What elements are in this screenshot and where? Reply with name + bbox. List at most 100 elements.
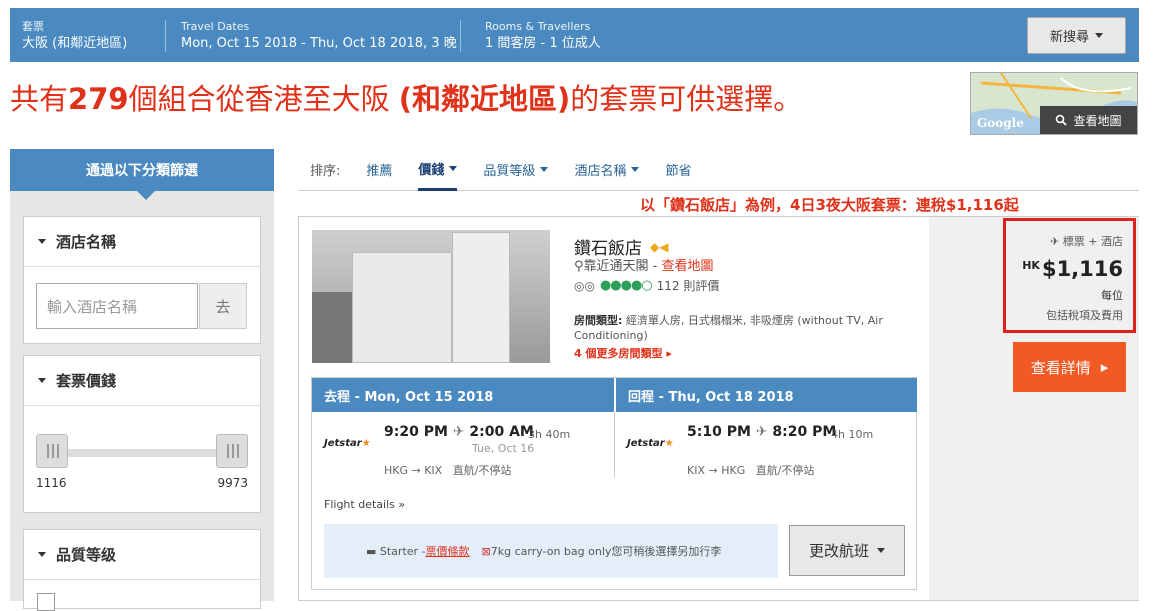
hotel-location: ⚲靠近通天閣 - 查看地圖 [574,255,714,274]
price-filter-toggle[interactable]: 套票價錢 [24,356,260,406]
package-type: ✈ 標票 + 酒店 [1050,233,1123,249]
outbound-header-text: 去程 - Mon, Oct 15 2018 [324,389,494,405]
flight-details-toggle[interactable]: Flight details » [324,498,405,511]
sort-hotel-name[interactable]: 酒店名稱 [574,149,640,191]
change-flight-label: 更改航班 [808,542,869,560]
quality-checkbox[interactable] [37,593,55,611]
view-details-button[interactable]: 查看詳情 ▸ [1013,342,1126,392]
price-slider-track[interactable] [52,449,236,457]
outbound-duration: 3h 40m [528,428,571,441]
package-price: HK$1,116 [1022,257,1123,281]
price-slider-max-handle[interactable] [216,434,248,468]
jetstar-logo: Jetstar★ [324,438,371,449]
arrive-time: 8:20 PM [772,424,837,440]
depart-time: 9:20 PM [384,424,448,440]
outbound-leg: Jetstar★ 9:20 PM ✈ 2:00 AM 3h 40m Tue, O… [312,412,614,478]
baggage-text: 7kg carry-on bag only您可稍後選擇另加行李 [490,545,722,558]
view-map-button[interactable]: 查看地圖 [1040,106,1137,134]
sort-label: 排序: [310,164,341,179]
outbound-header: 去程 - Mon, Oct 15 2018 [312,378,614,412]
result-count: 279 [68,82,129,116]
new-search-label: 新搜尋 [1049,30,1089,45]
price-box: ✈ 標票 + 酒店 HK$1,116 每位 包括稅項及費用 [1003,218,1136,333]
return-leg: Jetstar★ 5:10 PM ✈ 8:20 PM 4h 10m KIX → … [615,412,917,478]
sort-item-label: 推薦 [366,164,393,179]
return-header: 回程 - Thu, Oct 18 2018 [615,378,917,412]
package-type-text: 標票 + 酒店 [1062,235,1123,248]
dates-value: Mon, Oct 15 2018 - Thu, Oct 18 2018, 3 晚 [181,36,457,51]
price-slider-min-handle[interactable] [36,434,68,468]
return-duration: 4h 10m [831,428,874,441]
route-text: HKG → KIX [384,464,443,477]
grip-icon [227,444,239,458]
outbound-arrive-date: Tue, Oct 16 [472,442,535,455]
quality-filter-toggle[interactable]: 品質等级 [24,530,260,580]
change-flight-button[interactable]: 更改航班 [789,525,905,576]
rooms-label: Rooms & Travellers [485,20,591,33]
chevron-down-icon [38,378,46,383]
seat-icon: ▬ [366,544,380,558]
headline-prefix: 共有 [10,82,69,116]
review-count: 112 則評價 [656,279,720,293]
google-logo: Google [977,116,1024,130]
package-label: 套票 [22,20,44,33]
building-shape [352,252,452,363]
fare-class: Starter - [379,544,426,558]
sort-recommended[interactable]: 推薦 [366,149,392,191]
chevron-down-icon [540,167,549,172]
price-filter: 套票價錢 1116 9973 [23,355,261,513]
fare-rules-link[interactable]: 票價條款 [426,543,470,559]
stops-text: 直航/不停站 [452,464,512,477]
search-summary-bar: 套票 大阪 (和鄰近地區) Travel Dates Mon, Oct 15 2… [10,8,1139,62]
view-details-label: 查看詳情 [1030,358,1091,377]
hotel-name-go-button[interactable]: 去 [199,283,247,329]
airline-name: Jetstar [324,438,362,449]
depart-time: 5:10 PM [687,424,751,440]
map-thumbnail[interactable]: Google 查看地圖 [970,72,1138,135]
go-label: 去 [215,297,231,316]
hotel-name-input[interactable]: 輸入酒店名稱 [36,283,198,329]
return-header-text: 回程 - Thu, Oct 18 2018 [628,389,794,405]
per-person: 每位 [1101,289,1123,302]
double-chevron-down-icon: » [398,498,406,511]
hotel-photo[interactable] [312,230,550,363]
sort-bar: 排序: 推薦 價錢 品質等級 酒店名稱 節省 [298,149,1139,191]
plane-icon: ✈ [452,424,465,440]
hotel-reviews[interactable]: ◎◎ ●●●●○ 112 則評價 [574,277,719,294]
hotel-name-placeholder: 輸入酒店名稱 [47,297,138,316]
sort-price[interactable]: 價錢 [418,149,458,191]
more-room-types-link[interactable]: 4 個更多房間類型 ▸ [574,345,672,361]
grip-icon [47,444,59,458]
building-shape [312,292,352,363]
tripadvisor-icon: ◎◎ [574,278,595,293]
price-filter-title: 套票價錢 [56,372,117,390]
plane-icon: ✈ [755,424,768,440]
chevron-down-icon [631,167,640,172]
new-search-button[interactable]: 新搜尋 [1027,17,1126,54]
divider [460,20,461,52]
room-type-label: 房間類型: [574,314,623,327]
sort-item-label: 品質等級 [483,164,536,179]
tax-note: 包括稅項及費用 [1046,309,1123,322]
map-pin-icon: ⚲ [574,259,584,274]
quality-filter-title: 品質等级 [56,546,117,564]
location-text: 靠近通天閣 - [583,259,662,274]
hotel-name-filter-toggle[interactable]: 酒店名稱 [24,217,260,267]
results-headline: 共有279個組合從香港至大阪 (和鄰近地區)的套票可供選擇。 [10,76,802,118]
sort-quality[interactable]: 品質等級 [483,149,549,191]
route-text: KIX → HKG [687,464,746,477]
headline-region: (和鄰近地區) [398,82,571,116]
sort-savings[interactable]: 節省 [665,149,691,191]
stops-text: 直航/不停站 [755,464,815,477]
price-amount: $1,116 [1041,257,1123,281]
flight-summary: 去程 - Mon, Oct 15 2018 回程 - Thu, Oct 18 2… [311,377,917,590]
rooms-value: 1 間客房 - 1 位成人 [485,36,601,51]
price-max-value: 9973 [217,476,248,490]
hotel-map-link[interactable]: 查看地圖 [662,259,714,274]
headline-suffix: 的套票可供選擇。 [570,82,803,116]
dates-label: Travel Dates [181,20,250,33]
room-type: 房間類型: 經濟單人房, 日式榻榻米, 非吸煙房 (without TV, Ai… [574,313,914,343]
jetstar-logo: Jetstar★ [627,438,674,449]
outbound-route: HKG → KIX 直航/不停站 [384,462,511,478]
chevron-down-icon [38,552,46,557]
